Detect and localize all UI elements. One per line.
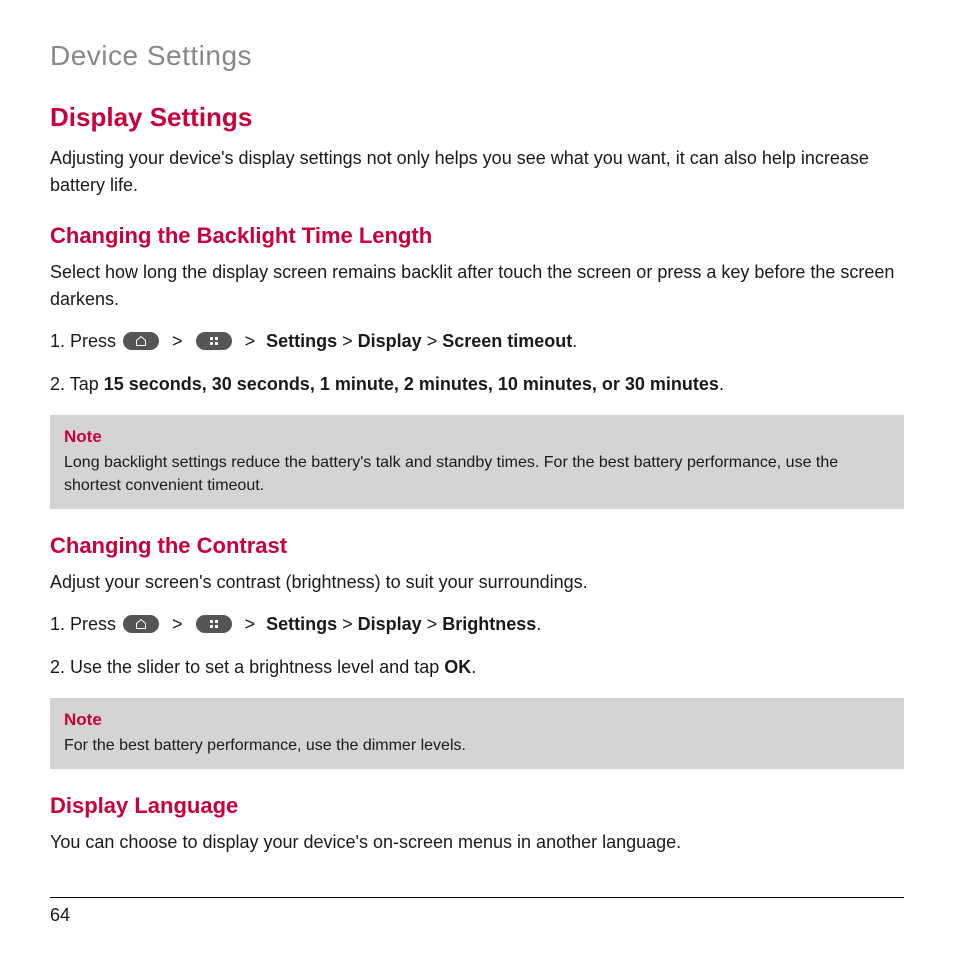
path-screen-timeout: Screen timeout (442, 331, 572, 351)
backlight-step-1: 1. Press > > Settings > Display > Screen… (50, 327, 904, 356)
period: . (719, 374, 724, 394)
ok-label: OK (444, 657, 471, 677)
note-title: Note (64, 427, 890, 447)
note-text: For the best battery performance, use th… (64, 734, 890, 757)
contrast-step-2: 2. Use the slider to set a brightness le… (50, 653, 904, 682)
step-text: 1. Press (50, 614, 121, 634)
contrast-description: Adjust your screen's contrast (brightnes… (50, 569, 904, 596)
language-description: You can choose to display your device's … (50, 829, 904, 856)
backlight-description: Select how long the display screen remai… (50, 259, 904, 313)
separator: > (245, 614, 261, 634)
section-heading-contrast: Changing the Contrast (50, 533, 904, 559)
page-number: 64 (50, 905, 70, 926)
period: . (572, 331, 577, 351)
footer-divider (50, 897, 904, 898)
note-box-contrast: Note For the best battery performance, u… (50, 698, 904, 769)
path-settings: Settings (266, 331, 337, 351)
section-heading-display-settings: Display Settings (50, 102, 904, 133)
apps-icon (196, 332, 232, 350)
separator: > (427, 331, 443, 351)
path-display: Display (358, 331, 422, 351)
separator: > (427, 614, 443, 634)
separator: > (172, 614, 188, 634)
home-icon (123, 615, 159, 633)
period: . (471, 657, 476, 677)
separator: > (342, 331, 358, 351)
path-brightness: Brightness (442, 614, 536, 634)
section-heading-language: Display Language (50, 793, 904, 819)
step-text: 1. Press (50, 331, 121, 351)
intro-paragraph: Adjusting your device's display settings… (50, 145, 904, 199)
note-box-backlight: Note Long backlight settings reduce the … (50, 415, 904, 509)
separator: > (172, 331, 188, 351)
home-icon (123, 332, 159, 350)
section-heading-backlight: Changing the Backlight Time Length (50, 223, 904, 249)
note-title: Note (64, 710, 890, 730)
timeout-options: 15 seconds, 30 seconds, 1 minute, 2 minu… (104, 374, 719, 394)
separator: > (245, 331, 261, 351)
apps-icon (196, 615, 232, 633)
path-display: Display (358, 614, 422, 634)
step-text: 2. Use the slider to set a brightness le… (50, 657, 444, 677)
separator: > (342, 614, 358, 634)
note-text: Long backlight settings reduce the batte… (64, 451, 890, 497)
contrast-step-1: 1. Press > > Settings > Display > Bright… (50, 610, 904, 639)
period: . (536, 614, 541, 634)
page-header: Device Settings (50, 40, 904, 72)
path-settings: Settings (266, 614, 337, 634)
backlight-step-2: 2. Tap 15 seconds, 30 seconds, 1 minute,… (50, 370, 904, 399)
step-text: 2. Tap (50, 374, 104, 394)
